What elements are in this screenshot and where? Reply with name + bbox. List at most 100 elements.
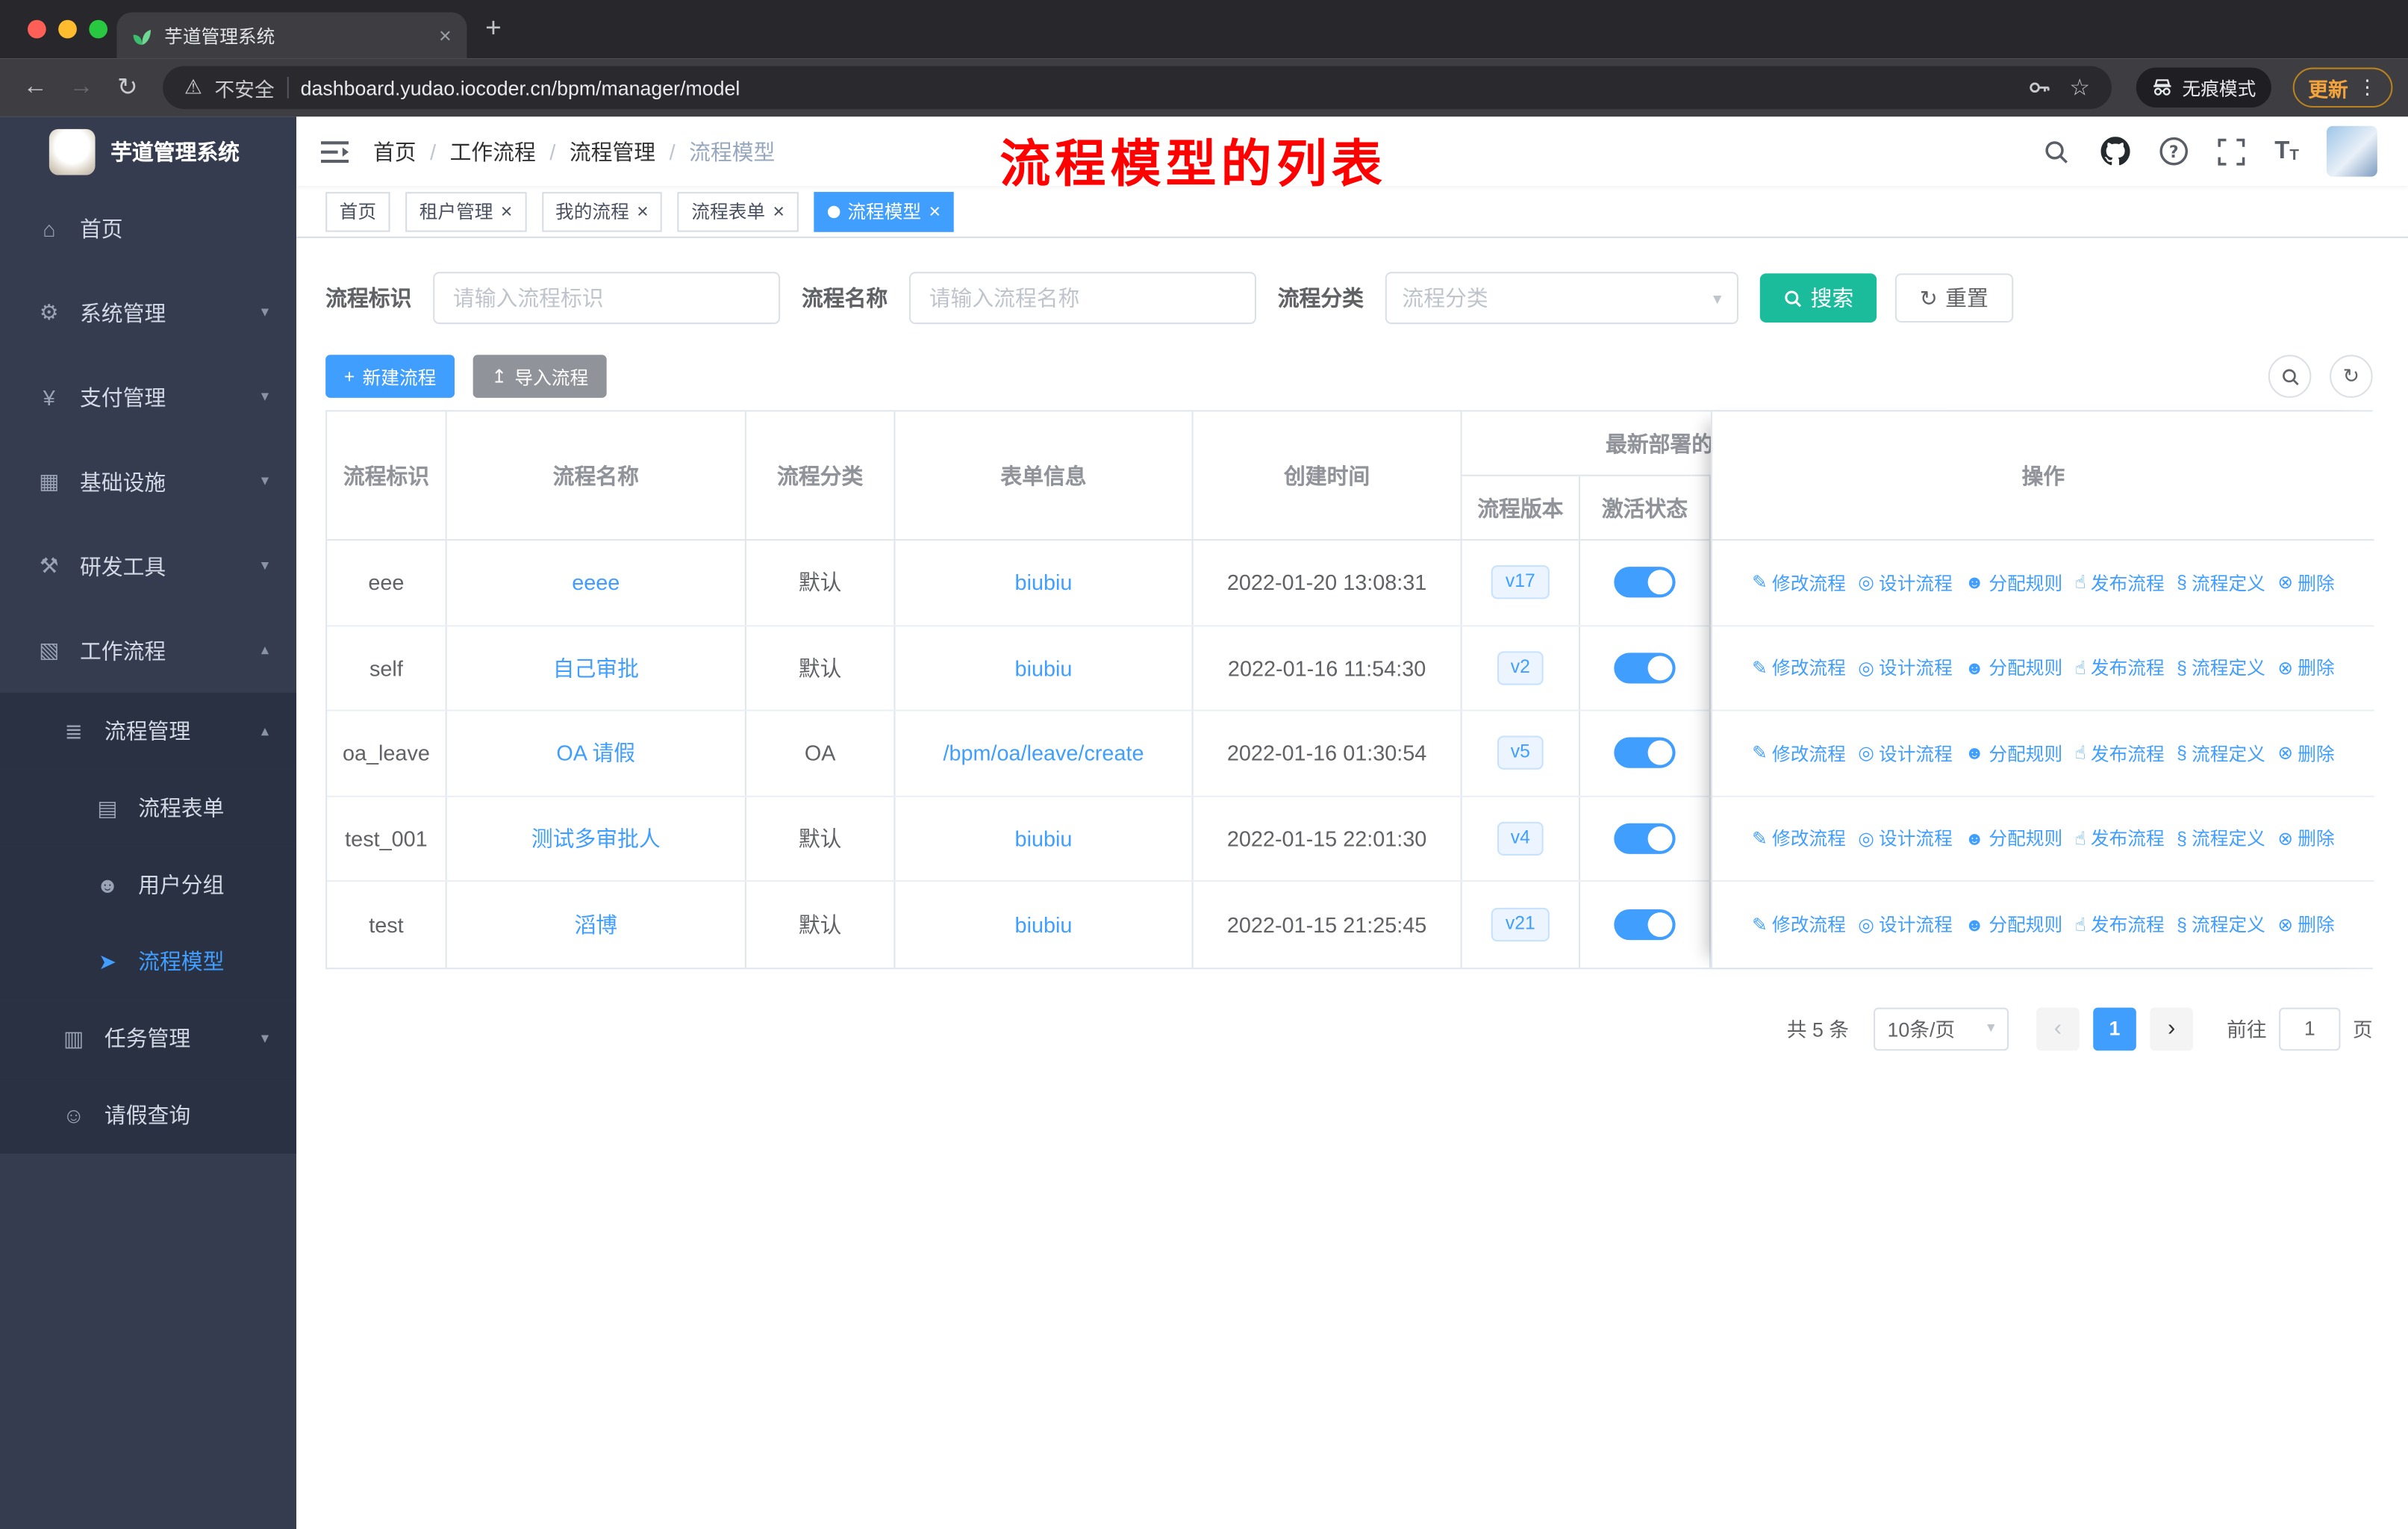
action-edit-link[interactable]: ✎ 修改流程 <box>1752 655 1846 681</box>
search-icon[interactable] <box>2042 136 2072 166</box>
process-name-input[interactable] <box>908 272 1256 325</box>
process-name-link[interactable]: 测试多审批人 <box>531 823 661 853</box>
action-design-link[interactable]: ◎ 设计流程 <box>1858 570 1953 596</box>
active-toggle[interactable] <box>1614 738 1676 769</box>
process-key-input[interactable] <box>433 272 781 325</box>
action-edit-link[interactable]: ✎ 修改流程 <box>1752 912 1846 938</box>
user-avatar[interactable] <box>2326 125 2377 177</box>
form-info-link[interactable]: biubiu <box>1015 826 1073 850</box>
menu-kebab-icon[interactable]: ⋮ <box>2357 75 2377 100</box>
sidebar-item-user-group[interactable]: ☻ 用户分组 <box>0 846 297 924</box>
browser-tab[interactable]: 芋道管理系统 × <box>116 12 467 59</box>
process-name-link[interactable]: 滔博 <box>574 909 617 939</box>
create-process-button[interactable]: + 新建流程 <box>325 355 455 398</box>
action-publish-link[interactable]: ☝ 发布流程 <box>2075 912 2165 938</box>
font-size-icon[interactable]: TT <box>2274 138 2299 164</box>
action-edit-link[interactable]: ✎ 修改流程 <box>1752 570 1846 596</box>
search-button[interactable]: 搜索 <box>1759 273 1877 323</box>
action-definition-link[interactable]: § 流程定义 <box>2177 912 2265 938</box>
action-publish-link[interactable]: ☝ 发布流程 <box>2075 825 2165 851</box>
active-toggle[interactable] <box>1614 567 1676 598</box>
fullscreen-icon[interactable] <box>2216 136 2247 166</box>
breadcrumb-item[interactable]: 流程管理 <box>570 136 655 166</box>
active-toggle[interactable] <box>1614 823 1676 854</box>
action-publish-link[interactable]: ☝ 发布流程 <box>2075 570 2165 596</box>
tag-close-icon[interactable]: × <box>929 202 941 222</box>
form-info-link[interactable]: biubiu <box>1015 570 1073 595</box>
action-edit-link[interactable]: ✎ 修改流程 <box>1752 740 1846 766</box>
refresh-table-button[interactable]: ↻ <box>2330 355 2373 398</box>
category-select[interactable]: 流程分类 ▾ <box>1385 272 1738 325</box>
action-delete-link[interactable]: ⊗ 删除 <box>2277 825 2334 851</box>
sidebar-item-system[interactable]: ⚙ 系统管理 ▾ <box>0 270 296 355</box>
action-design-link[interactable]: ◎ 设计流程 <box>1858 655 1953 681</box>
action-publish-link[interactable]: ☝ 发布流程 <box>2075 740 2165 766</box>
sidebar-item-payment[interactable]: ¥ 支付管理 ▾ <box>0 355 296 439</box>
action-delete-link[interactable]: ⊗ 删除 <box>2277 740 2334 766</box>
next-page-button[interactable]: › <box>2150 1006 2193 1050</box>
action-design-link[interactable]: ◎ 设计流程 <box>1858 740 1953 766</box>
action-design-link[interactable]: ◎ 设计流程 <box>1858 912 1953 938</box>
action-assign-link[interactable]: ☻ 分配规则 <box>1965 912 2062 938</box>
action-assign-link[interactable]: ☻ 分配规则 <box>1965 570 2062 596</box>
action-delete-link[interactable]: ⊗ 删除 <box>2277 570 2334 596</box>
toggle-search-button[interactable] <box>2268 355 2312 398</box>
action-definition-link[interactable]: § 流程定义 <box>2177 825 2265 851</box>
process-name-link[interactable]: eeee <box>572 570 620 595</box>
tag-close-icon[interactable]: × <box>501 202 513 222</box>
action-definition-link[interactable]: § 流程定义 <box>2177 570 2265 596</box>
sidebar-item-process-form[interactable]: ▤ 流程表单 <box>0 769 297 847</box>
action-publish-link[interactable]: ☝ 发布流程 <box>2075 655 2165 681</box>
form-info-link[interactable]: biubiu <box>1015 655 1073 680</box>
process-name-link[interactable]: OA 请假 <box>556 738 635 768</box>
zoom-window-button[interactable] <box>89 19 108 39</box>
sidebar-item-devtools[interactable]: ⚒ 研发工具 ▾ <box>0 524 296 608</box>
password-key-icon[interactable] <box>2027 75 2051 100</box>
sidebar-item-infrastructure[interactable]: ▦ 基础设施 ▾ <box>0 439 296 523</box>
action-assign-link[interactable]: ☻ 分配规则 <box>1965 740 2062 766</box>
back-button[interactable]: ← <box>16 74 55 102</box>
tag-close-icon[interactable]: × <box>773 202 785 222</box>
sidebar-item-process-manage[interactable]: ≣ 流程管理 ▴ <box>0 692 297 770</box>
action-design-link[interactable]: ◎ 设计流程 <box>1858 825 1953 851</box>
action-definition-link[interactable]: § 流程定义 <box>2177 740 2265 766</box>
sidebar-item-workflow[interactable]: ▧ 工作流程 ▴ <box>0 608 296 693</box>
prev-page-button[interactable]: ‹ <box>2036 1006 2080 1050</box>
breadcrumb-item[interactable]: 工作流程 <box>450 136 536 166</box>
action-delete-link[interactable]: ⊗ 删除 <box>2277 655 2334 681</box>
import-process-button[interactable]: ↥ 导入流程 <box>472 355 607 398</box>
action-definition-link[interactable]: § 流程定义 <box>2177 655 2265 681</box>
form-info-link[interactable]: biubiu <box>1015 912 1073 937</box>
view-tag[interactable]: 流程模型 × <box>814 191 955 231</box>
action-assign-link[interactable]: ☻ 分配规则 <box>1965 655 2062 681</box>
sidebar-logo[interactable]: 芋道管理系统 <box>0 116 296 186</box>
new-tab-button[interactable]: + <box>485 12 502 44</box>
address-bar[interactable]: ⚠ 不安全 dashboard.yudao.iocoder.cn/bpm/man… <box>163 66 2112 110</box>
view-tag[interactable]: 流程表单 × <box>677 191 799 231</box>
view-tag[interactable]: 我的流程 × <box>541 191 663 231</box>
reload-button[interactable]: ↻ <box>107 72 147 103</box>
minimize-window-button[interactable] <box>58 19 77 39</box>
page-size-select[interactable]: 10条/页 ▾ <box>1873 1006 2009 1050</box>
action-edit-link[interactable]: ✎ 修改流程 <box>1752 825 1846 851</box>
close-window-button[interactable] <box>28 19 46 39</box>
process-name-link[interactable]: 自己审批 <box>553 653 639 683</box>
reset-button[interactable]: ↻ 重置 <box>1894 273 2013 323</box>
update-chip[interactable]: 更新 ⋮ <box>2292 67 2393 108</box>
goto-page-input[interactable] <box>2279 1006 2341 1050</box>
breadcrumb-item[interactable]: 首页 <box>373 136 417 166</box>
tab-close-icon[interactable]: × <box>439 23 452 48</box>
form-info-link[interactable]: /bpm/oa/leave/create <box>943 741 1144 765</box>
tag-close-icon[interactable]: × <box>637 202 649 222</box>
sidebar-item-home[interactable]: ⌂ 首页 <box>0 186 296 270</box>
help-icon[interactable]: ? <box>2158 136 2189 166</box>
active-toggle[interactable] <box>1614 652 1676 684</box>
sidebar-item-task-manage[interactable]: ▥ 任务管理 ▾ <box>0 1000 297 1077</box>
forward-button[interactable]: → <box>61 74 101 102</box>
view-tag[interactable]: 租户管理 × <box>405 191 526 231</box>
action-assign-link[interactable]: ☻ 分配规则 <box>1965 825 2062 851</box>
bookmark-star-icon[interactable]: ☆ <box>2069 74 2090 102</box>
action-delete-link[interactable]: ⊗ 删除 <box>2277 912 2334 938</box>
page-number-button[interactable]: 1 <box>2093 1006 2136 1050</box>
collapse-sidebar-icon[interactable] <box>320 136 352 166</box>
